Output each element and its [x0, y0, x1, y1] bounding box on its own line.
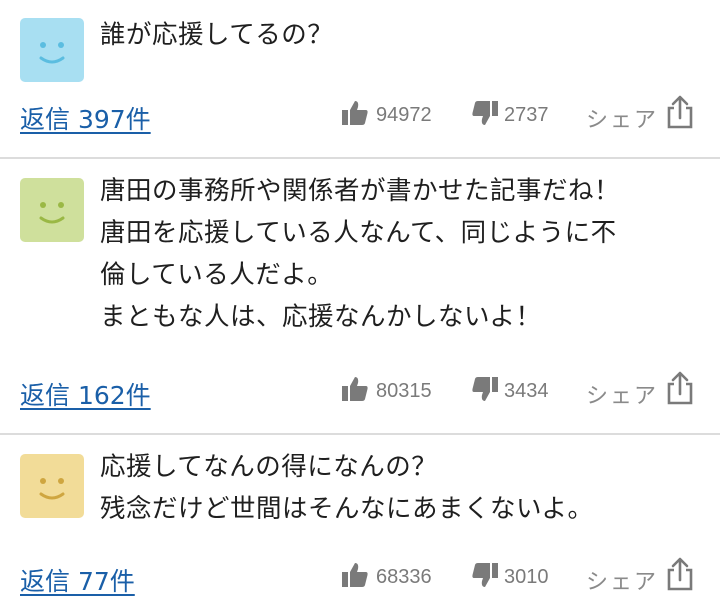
- comment-line: 誰が応援してるの？: [100, 20, 334, 50]
- thumbs-up-icon[interactable]: [340, 560, 370, 590]
- reply-link[interactable]: 返信 397件: [20, 100, 151, 136]
- comment-text: 応援してなんの得になんの？ 残念だけど世間はそんなにあまくないよ。: [100, 446, 710, 530]
- share-icon[interactable]: [666, 556, 694, 592]
- smiley-face-icon: [39, 42, 65, 64]
- comment-line: 残念だけど世間はそんなにあまくないよ。: [100, 494, 594, 524]
- reply-link[interactable]: 返信 162件: [20, 376, 151, 412]
- comment-line: 唐田の事務所や関係者が書かせた記事だね！: [100, 176, 621, 206]
- share-label[interactable]: シェア: [586, 564, 658, 596]
- dislike-count: 3434: [504, 380, 549, 402]
- avatar[interactable]: [20, 454, 84, 518]
- comment-line: まともな人は、応援なんかしないよ！: [100, 302, 542, 332]
- comment-text: 誰が応援してるの？: [100, 14, 710, 56]
- divider: [0, 157, 720, 159]
- thumbs-down-icon[interactable]: [470, 560, 500, 590]
- dislike-count: 3010: [504, 566, 549, 588]
- avatar[interactable]: [20, 178, 84, 242]
- share-icon[interactable]: [666, 370, 694, 406]
- share-label[interactable]: シェア: [586, 102, 658, 134]
- thumbs-down-icon[interactable]: [470, 98, 500, 128]
- comment-line: 倫している人だよ。: [100, 260, 334, 290]
- smiley-face-icon: [39, 202, 65, 224]
- comment-text: 唐田の事務所や関係者が書かせた記事だね！ 唐田を応援している人なんて、同じように…: [100, 170, 710, 338]
- dislike-count: 2737: [504, 104, 549, 126]
- share-label[interactable]: シェア: [586, 378, 658, 410]
- like-count: 80315: [376, 380, 432, 402]
- thumbs-up-icon[interactable]: [340, 374, 370, 404]
- smiley-face-icon: [39, 478, 65, 500]
- like-count: 68336: [376, 566, 432, 588]
- comment-actions: 68336 3010 シェア: [340, 557, 710, 600]
- thumbs-down-icon[interactable]: [470, 374, 500, 404]
- divider: [0, 433, 720, 435]
- like-count: 94972: [376, 104, 432, 126]
- share-icon[interactable]: [666, 94, 694, 130]
- comment-line: 応援してなんの得になんの？: [100, 452, 438, 482]
- comment-actions: 94972 2737 シェア: [340, 95, 710, 138]
- comment-line: 唐田を応援している人なんて、同じように不: [100, 218, 617, 248]
- avatar[interactable]: [20, 18, 84, 82]
- comment-actions: 80315 3434 シェア: [340, 371, 710, 414]
- reply-link[interactable]: 返信 77件: [20, 562, 135, 598]
- thumbs-up-icon[interactable]: [340, 98, 370, 128]
